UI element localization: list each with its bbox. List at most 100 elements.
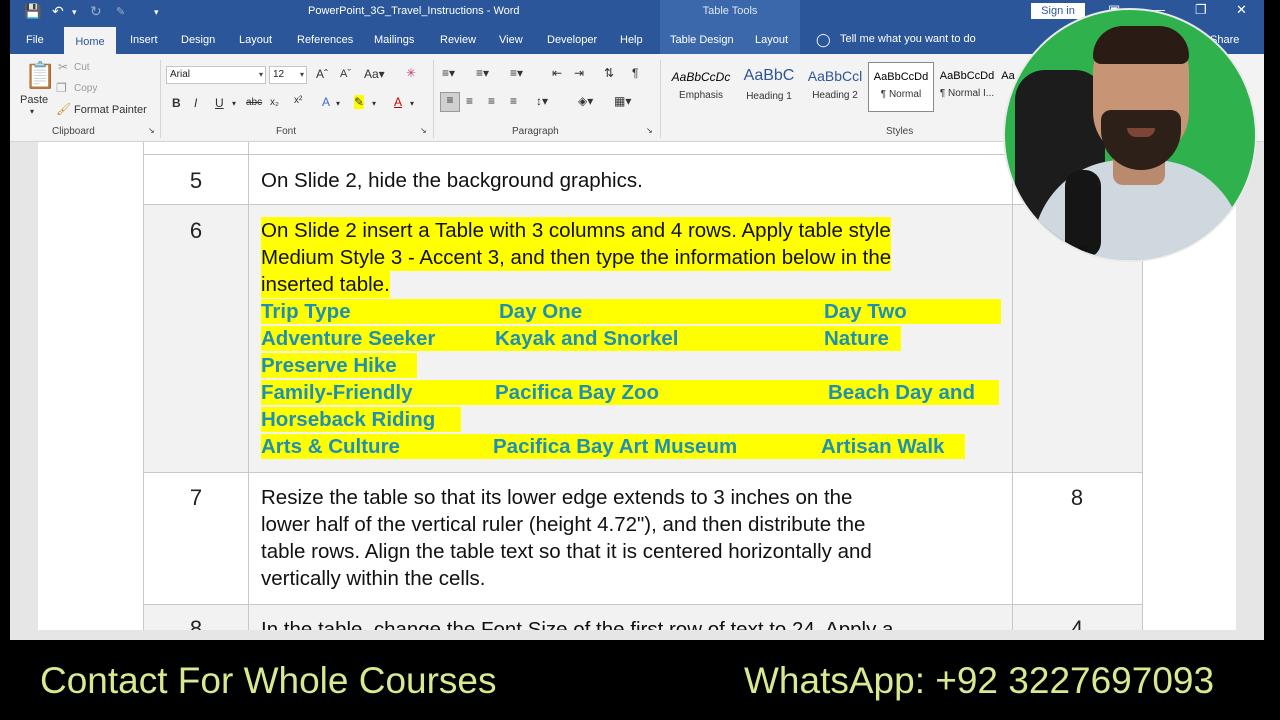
style-sample: AaBbCcDd [939, 70, 995, 82]
copy-icon[interactable]: ❐ [56, 81, 67, 95]
tab-review[interactable]: Review [440, 34, 476, 46]
group-divider [160, 60, 161, 138]
align-right-icon[interactable]: ≡ [488, 94, 495, 108]
superscript-icon[interactable]: x² [294, 95, 302, 106]
font-name-dropdown[interactable]: Arial ▾ [166, 66, 266, 84]
underline-dropdown-icon[interactable]: ▾ [232, 99, 236, 108]
step-text-line: inserted table. [261, 271, 390, 298]
multilevel-list-icon[interactable]: ≡▾ [510, 66, 523, 80]
cut-icon[interactable]: ✂ [58, 60, 68, 74]
tab-view[interactable]: View [499, 34, 523, 46]
styles-group-label: Styles [886, 126, 914, 137]
tab-insert[interactable]: Insert [130, 34, 158, 46]
align-left-icon[interactable]: ≡ [440, 92, 460, 112]
clipboard-group-label: Clipboard [52, 126, 95, 137]
font-color-icon[interactable]: A [394, 95, 402, 109]
copy-button[interactable]: Copy [74, 83, 97, 94]
font-size-dropdown[interactable]: 12 ▾ [269, 66, 307, 84]
font-name-value: Arial [170, 69, 191, 80]
underline-icon[interactable]: U [215, 96, 224, 110]
shrink-font-icon[interactable]: Aˇ [340, 68, 351, 80]
style-emphasis[interactable]: AaBbCcDc Emphasis [668, 62, 734, 112]
customize-toolbar-icon[interactable]: ▾ [154, 7, 159, 18]
style-normal-indent[interactable]: AaBbCcDd ¶ Normal I... [934, 62, 1000, 112]
tab-table-design[interactable]: Table Design [670, 34, 734, 46]
style-normal[interactable]: AaBbCcDd ¶ Normal [868, 62, 934, 112]
step-text-line: Resize the table so that its lower edge … [261, 486, 853, 509]
format-painter-button[interactable]: Format Painter [74, 104, 147, 116]
redo-icon[interactable]: ↻ [90, 3, 102, 20]
tab-file[interactable]: File [26, 34, 44, 46]
highlight-dropdown-icon[interactable]: ▾ [372, 99, 376, 108]
lightbulb-icon: ◯ [816, 32, 831, 47]
trip-header: Day One [499, 300, 583, 323]
restore-icon[interactable]: ❐ [1195, 2, 1207, 18]
table-border [248, 142, 249, 630]
step-number: 8 [189, 616, 203, 630]
bullets-icon[interactable]: ≡▾ [442, 66, 455, 80]
undo-dropdown-icon[interactable]: ▾ [72, 7, 77, 18]
tab-mailings[interactable]: Mailings [374, 34, 414, 46]
decrease-indent-icon[interactable]: ⇤ [552, 66, 562, 80]
paste-icon[interactable]: 📋 [24, 60, 56, 91]
grow-font-icon[interactable]: Aˆ [316, 67, 328, 81]
font-color-dropdown-icon[interactable]: ▾ [410, 99, 414, 108]
tab-home[interactable]: Home [64, 27, 116, 54]
tab-references[interactable]: References [297, 34, 353, 46]
style-name: Heading 1 [746, 91, 792, 102]
step-points: 4 [1070, 616, 1084, 630]
numbering-icon[interactable]: ≡▾ [476, 66, 489, 80]
step-points: 8 [1070, 485, 1084, 510]
justify-icon[interactable]: ≡ [510, 94, 517, 108]
paste-button[interactable]: Paste [20, 94, 48, 106]
step-text-line: On Slide 2 insert a Table with 3 columns… [261, 217, 891, 244]
bold-icon[interactable]: B [172, 96, 181, 110]
borders-icon[interactable]: ▦▾ [614, 94, 631, 108]
tab-design[interactable]: Design [181, 34, 215, 46]
subscript-icon[interactable]: x₂ [270, 97, 279, 108]
trip-cell: Adventure Seeker [261, 327, 436, 350]
line-spacing-icon[interactable]: ↕▾ [536, 94, 548, 108]
shading-icon[interactable]: ◈▾ [578, 94, 593, 108]
text-effects-dropdown-icon[interactable]: ▾ [336, 99, 340, 108]
close-icon[interactable]: ✕ [1236, 2, 1247, 18]
trip-header: Trip Type [261, 300, 351, 323]
trip-cell: Family-Friendly [261, 381, 413, 404]
style-heading-2[interactable]: AaBbCcl Heading 2 [802, 62, 868, 112]
window-title: PowerPoint_3G_Travel_Instructions - Word [308, 5, 520, 17]
sign-in-button[interactable]: Sign in [1031, 3, 1085, 19]
clipboard-launcher-icon[interactable]: ↘ [148, 126, 155, 135]
tell-me-search[interactable]: Tell me what you want to do [840, 33, 976, 45]
highlight-icon[interactable]: ✎ [354, 95, 365, 109]
paragraph-launcher-icon[interactable]: ↘ [646, 126, 653, 135]
trip-cell: Arts & Culture [261, 435, 400, 458]
italic-icon[interactable]: I [194, 96, 197, 110]
text-effects-icon[interactable]: A [322, 95, 330, 109]
align-center-icon[interactable]: ≡ [466, 94, 473, 108]
microphone-icon [1065, 170, 1101, 258]
cut-button[interactable]: Cut [74, 62, 90, 73]
style-heading-1[interactable]: AaBbC Heading 1 [736, 62, 802, 112]
sort-icon[interactable]: ⇅ [604, 66, 614, 80]
style-name: Heading 2 [812, 90, 858, 101]
tab-table-layout[interactable]: Layout [755, 34, 788, 46]
tab-layout[interactable]: Layout [239, 34, 272, 46]
clear-formatting-icon[interactable]: ✳ [406, 66, 416, 80]
save-icon[interactable]: 💾 [24, 3, 41, 20]
step-number: 6 [189, 218, 203, 243]
webcam-overlay [1003, 8, 1257, 262]
change-case-icon[interactable]: Aa▾ [364, 67, 385, 81]
trip-cell: Horseback Riding [261, 408, 436, 431]
tab-help[interactable]: Help [620, 34, 643, 46]
increase-indent-icon[interactable]: ⇥ [574, 66, 584, 80]
undo-icon[interactable]: ↶ [52, 3, 64, 20]
tab-developer[interactable]: Developer [547, 34, 597, 46]
format-icon[interactable]: ✎ [116, 5, 125, 18]
strikethrough-icon[interactable]: abc [246, 97, 262, 108]
style-name: ¶ Normal [880, 89, 922, 100]
format-painter-icon[interactable]: 🖌 [56, 102, 71, 116]
show-formatting-icon[interactable]: ¶ [632, 66, 638, 80]
font-launcher-icon[interactable]: ↘ [420, 126, 427, 135]
table-border [143, 472, 1142, 473]
paste-dropdown-icon[interactable]: ▾ [30, 107, 34, 116]
